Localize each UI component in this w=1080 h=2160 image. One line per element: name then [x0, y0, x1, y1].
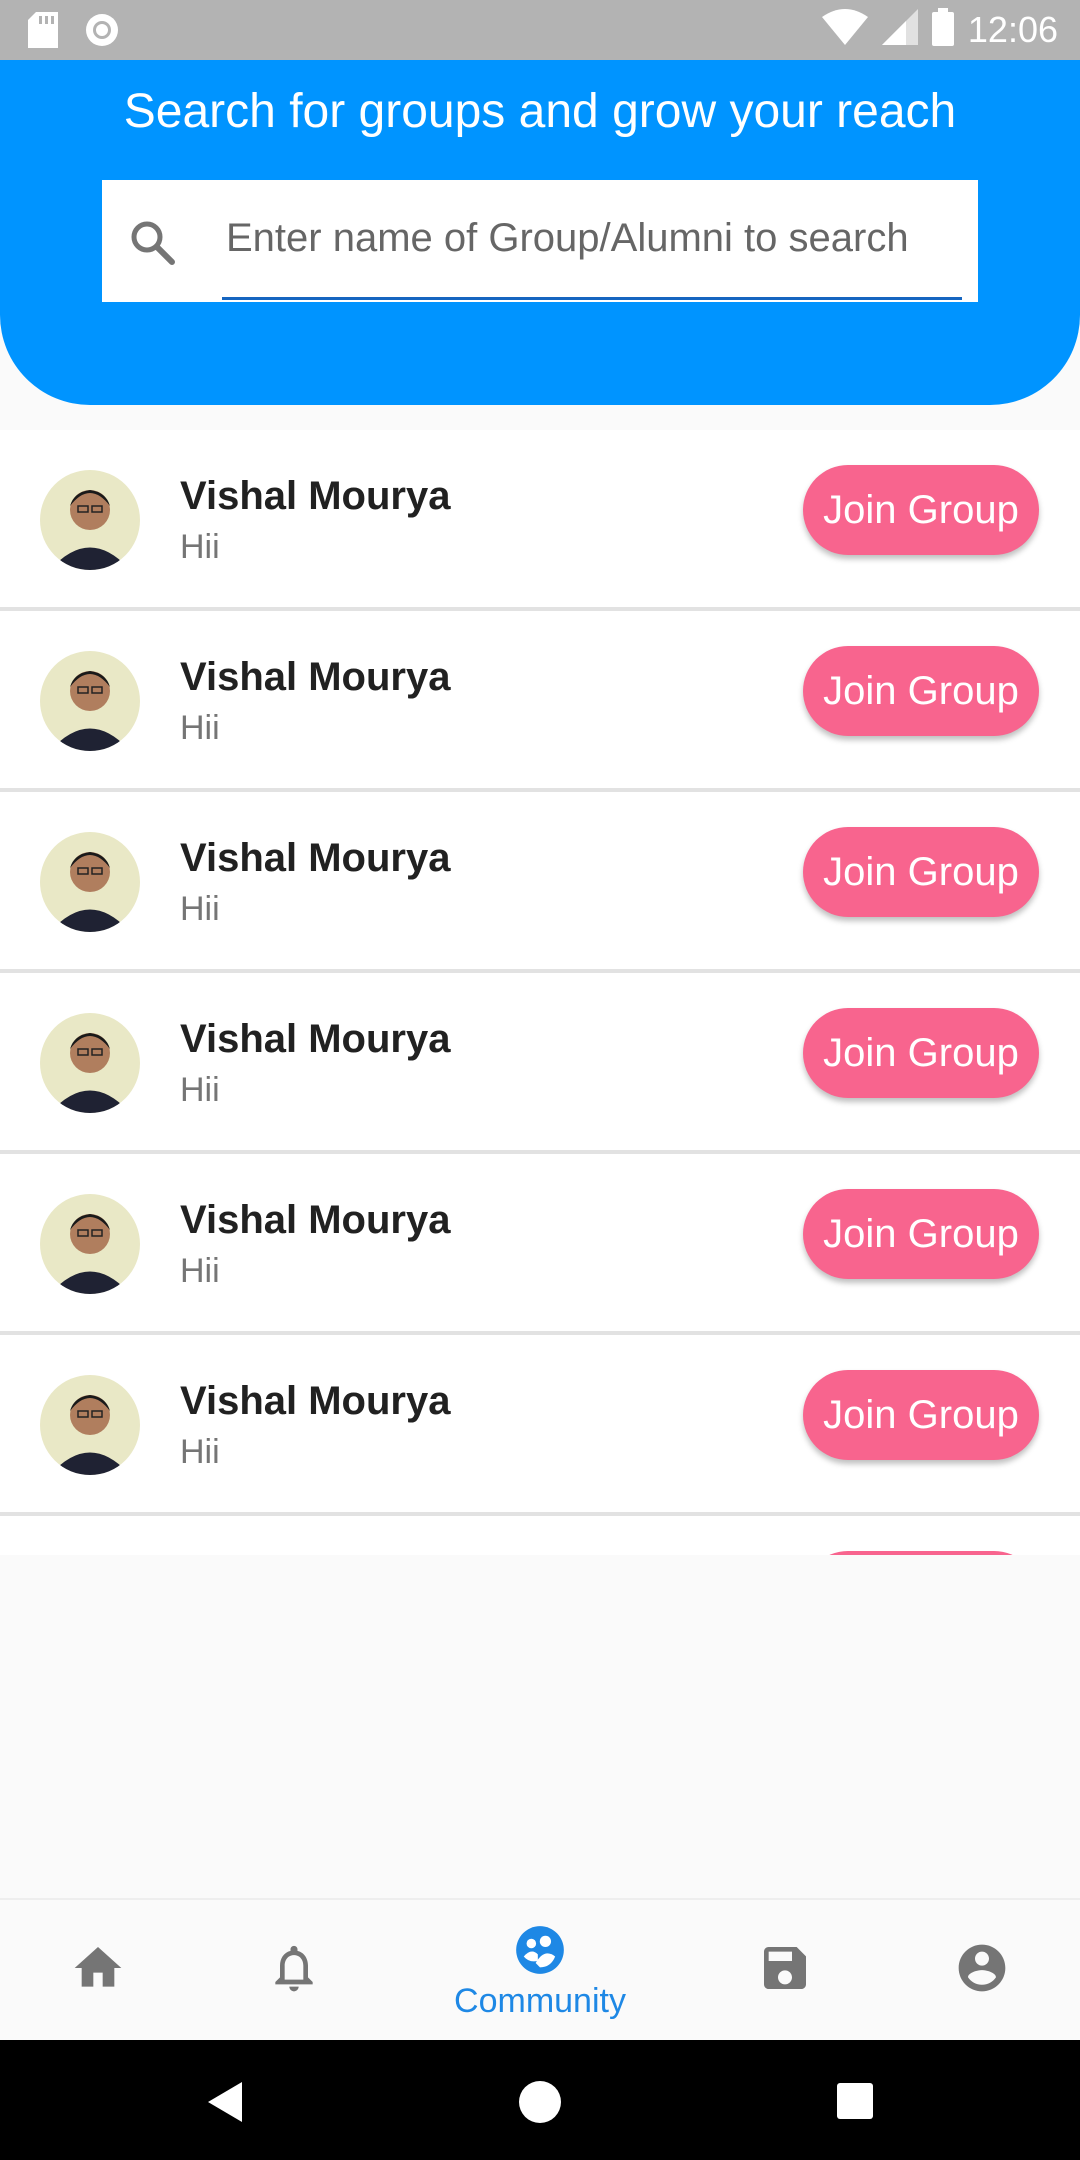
list-item[interactable]: Vishal Mourya Hii Join Group: [0, 1154, 1080, 1335]
avatar: [40, 651, 140, 751]
nav-community[interactable]: Community: [430, 1900, 650, 2042]
join-group-button[interactable]: Join Group: [803, 1370, 1039, 1460]
search-header: Search for groups and grow your reach: [0, 60, 1080, 405]
nav-community-label: Community: [454, 1982, 626, 2020]
bottom-nav: Community: [0, 1898, 1080, 2042]
wifi-icon: [821, 9, 868, 50]
signal-icon: [881, 9, 918, 50]
community-icon: [516, 1926, 564, 1974]
list-item[interactable]: Vishal Mourya Hii Join Group: [0, 792, 1080, 973]
group-subtitle: Hii: [180, 709, 220, 747]
group-name: Vishal Mourya: [180, 474, 451, 518]
status-time: 12:06: [967, 8, 1058, 50]
group-name: Vishal Mourya: [180, 1198, 451, 1242]
join-group-button[interactable]: Join Group: [803, 827, 1039, 917]
group-name: Vishal Mourya: [180, 836, 451, 880]
group-subtitle: Hii: [180, 528, 220, 566]
avatar: [40, 470, 140, 570]
list-item-partial[interactable]: [0, 1516, 1080, 1555]
join-group-button[interactable]: Join Group: [803, 465, 1039, 555]
nav-saved[interactable]: [705, 1900, 865, 2042]
join-group-button[interactable]: Join Group: [803, 1008, 1039, 1098]
group-subtitle: Hii: [180, 1071, 220, 1109]
group-list[interactable]: Vishal Mourya Hii Join Group Vishal Mour…: [0, 430, 1080, 1555]
nav-notifications[interactable]: [214, 1900, 374, 2042]
group-name: Vishal Mourya: [180, 1017, 451, 1061]
bell-icon: [275, 1945, 313, 1992]
nav-home[interactable]: [18, 1900, 178, 2042]
join-group-button[interactable]: Join Group: [803, 1189, 1039, 1279]
account-icon: [958, 1944, 1006, 1992]
avatar: [40, 1375, 140, 1475]
join-group-button[interactable]: Join Group: [803, 646, 1039, 736]
home-icon: [74, 1947, 122, 1987]
avatar: [40, 1194, 140, 1294]
group-name: Vishal Mourya: [180, 1379, 451, 1423]
list-item[interactable]: Vishal Mourya Hii Join Group: [0, 611, 1080, 792]
status-bar: 12:06: [0, 0, 1080, 60]
nav-profile[interactable]: [902, 1900, 1062, 2042]
list-item[interactable]: Vishal Mourya Hii Join Group: [0, 973, 1080, 1154]
battery-icon: [931, 8, 954, 51]
list-item[interactable]: Vishal Mourya Hii Join Group: [0, 430, 1080, 611]
search-icon: [128, 218, 176, 271]
system-nav-bar: [0, 2040, 1080, 2160]
recents-icon[interactable]: [836, 2082, 874, 2120]
avatar: [40, 832, 140, 932]
list-item[interactable]: Vishal Mourya Hii Join Group: [0, 1335, 1080, 1516]
group-subtitle: Hii: [180, 890, 220, 928]
save-icon: [764, 1947, 806, 1989]
group-subtitle: Hii: [180, 1252, 220, 1290]
join-group-button-partial[interactable]: [803, 1551, 1039, 1555]
record-icon: [84, 12, 120, 53]
search-box[interactable]: [102, 180, 978, 302]
group-name: Vishal Mourya: [180, 655, 451, 699]
back-icon[interactable]: [204, 2080, 244, 2124]
avatar: [40, 1013, 140, 1113]
sd-card-icon: [28, 12, 58, 53]
group-subtitle: Hii: [180, 1433, 220, 1471]
home-circle-icon[interactable]: [518, 2080, 562, 2124]
header-title: Search for groups and grow your reach: [123, 85, 957, 138]
search-input[interactable]: [222, 180, 962, 300]
